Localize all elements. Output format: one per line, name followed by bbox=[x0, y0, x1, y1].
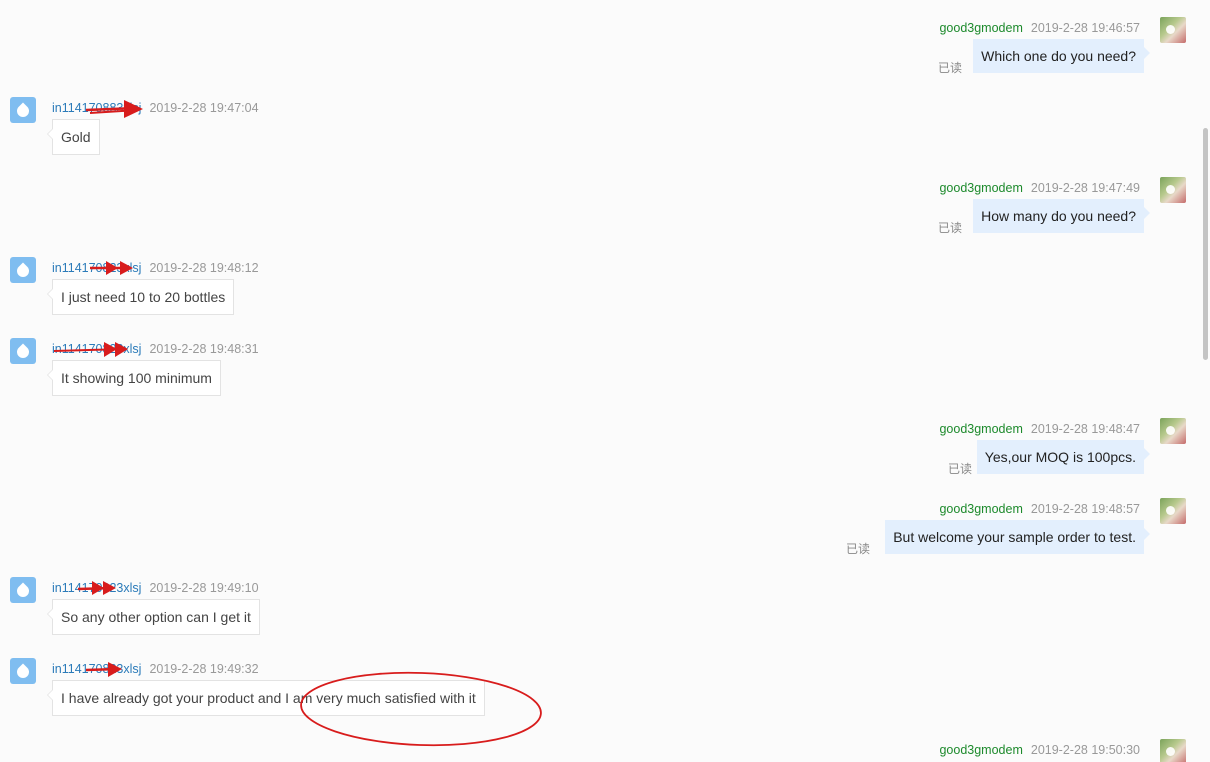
sender-name[interactable]: in114170823xlsj bbox=[52, 342, 141, 356]
seller-avatar-icon[interactable] bbox=[1160, 739, 1186, 762]
message-outgoing: good3gmodem 2019-2-28 19:46:57 Which one … bbox=[810, 17, 1210, 77]
message-bubble: How many do you need? bbox=[973, 199, 1150, 233]
sender-name[interactable]: good3gmodem bbox=[939, 21, 1022, 35]
buyer-avatar-icon[interactable] bbox=[10, 257, 36, 283]
read-status: 已读 bbox=[947, 462, 972, 476]
sender-name[interactable]: good3gmodem bbox=[939, 422, 1022, 436]
sender-name[interactable]: in114170823xlsj bbox=[52, 662, 141, 676]
message-time: 2019-2-28 19:47:04 bbox=[149, 101, 259, 115]
chat-history: good3gmodem 2019-2-28 19:46:57 Which one … bbox=[0, 0, 1210, 762]
read-status: 已读 bbox=[937, 61, 962, 75]
sender-name[interactable]: good3gmodem bbox=[939, 743, 1022, 757]
message-outgoing: good3gmodem 2019-2-28 19:48:47 Yes,our MO… bbox=[810, 418, 1210, 478]
vertical-scrollbar[interactable] bbox=[1200, 0, 1210, 762]
scrollbar-thumb[interactable] bbox=[1203, 128, 1208, 360]
message-time: 2019-2-28 19:49:10 bbox=[149, 581, 259, 595]
seller-avatar-icon[interactable] bbox=[1160, 498, 1186, 524]
message-time: 2019-2-28 19:46:57 bbox=[1030, 21, 1140, 35]
message-time: 2019-2-28 19:47:49 bbox=[1030, 181, 1140, 195]
message-time: 2019-2-28 19:48:47 bbox=[1030, 422, 1140, 436]
message-outgoing: good3gmodem 2019-2-28 19:48:57 But welcom… bbox=[650, 498, 1210, 558]
read-status: 已读 bbox=[845, 542, 870, 556]
sender-name[interactable]: good3gmodem bbox=[939, 502, 1022, 516]
message-outgoing: good3gmodem 2019-2-28 19:50:30 bbox=[810, 739, 1210, 762]
message-time: 2019-2-28 19:48:12 bbox=[149, 261, 259, 275]
buyer-avatar-icon[interactable] bbox=[10, 658, 36, 684]
message-bubble: But welcome your sample order to test. bbox=[885, 520, 1150, 554]
message-time: 2019-2-28 19:48:57 bbox=[1030, 502, 1140, 516]
sender-name[interactable]: in114170823xlsj bbox=[52, 261, 141, 275]
message-outgoing: good3gmodem 2019-2-28 19:47:49 How many d… bbox=[810, 177, 1210, 237]
message-bubble: Gold bbox=[47, 119, 100, 155]
message-time: 2019-2-28 19:49:32 bbox=[149, 662, 259, 676]
buyer-avatar-icon[interactable] bbox=[10, 577, 36, 603]
message-time: 2019-2-28 19:48:31 bbox=[149, 342, 259, 356]
sender-name[interactable]: in114170883xlsj bbox=[52, 101, 141, 115]
seller-avatar-icon[interactable] bbox=[1160, 17, 1186, 43]
message-bubble: So any other option can I get it bbox=[47, 599, 260, 635]
message-bubble: It showing 100 minimum bbox=[47, 360, 221, 396]
seller-avatar-icon[interactable] bbox=[1160, 177, 1186, 203]
message-bubble: I have already got your product and I am… bbox=[47, 680, 485, 716]
read-status: 已读 bbox=[937, 221, 962, 235]
buyer-avatar-icon[interactable] bbox=[10, 97, 36, 123]
message-bubble: Yes,our MOQ is 100pcs. bbox=[976, 440, 1151, 474]
sender-name[interactable]: in114170823xlsj bbox=[52, 581, 141, 595]
message-time: 2019-2-28 19:50:30 bbox=[1030, 743, 1140, 757]
buyer-avatar-icon[interactable] bbox=[10, 338, 36, 364]
sender-name[interactable]: good3gmodem bbox=[939, 181, 1022, 195]
message-bubble: Which one do you need? bbox=[973, 39, 1150, 73]
seller-avatar-icon[interactable] bbox=[1160, 418, 1186, 444]
message-bubble: I just need 10 to 20 bottles bbox=[46, 279, 235, 315]
